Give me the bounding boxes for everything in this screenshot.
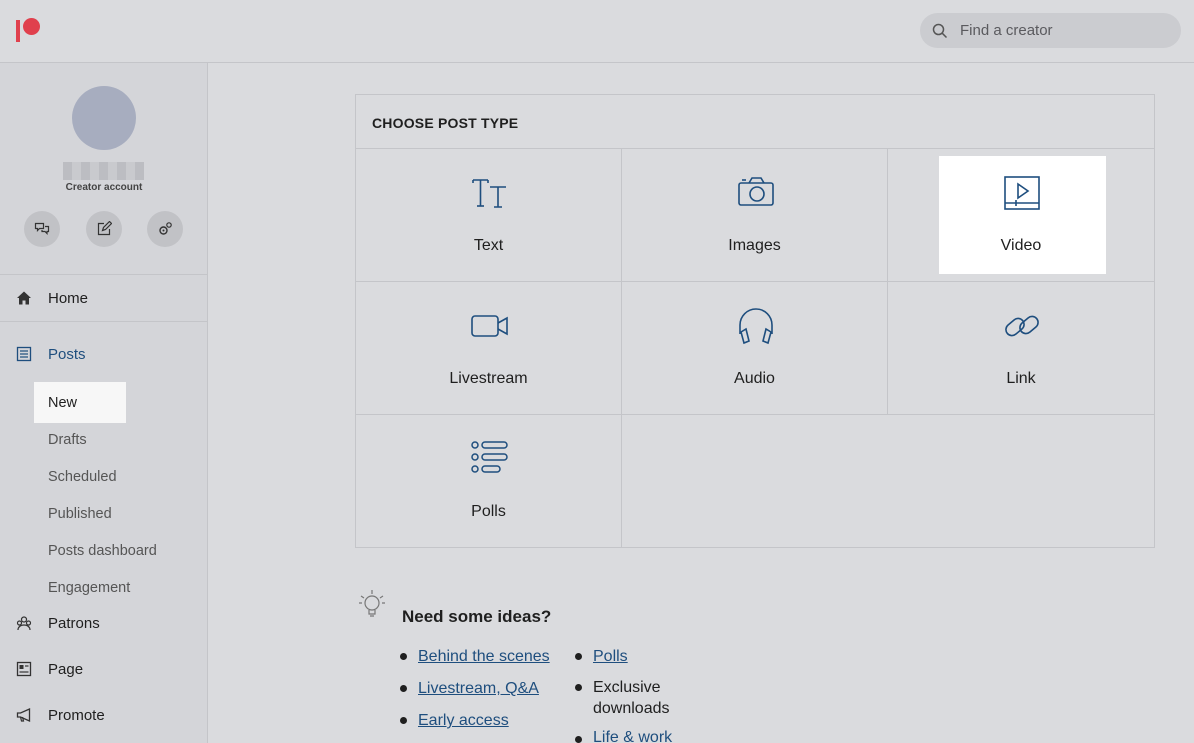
camera-icon — [738, 177, 774, 206]
idea-item[interactable]: Behind the scenes — [418, 646, 550, 667]
link-icon — [1005, 315, 1039, 337]
polls-icon — [471, 441, 508, 473]
bullet — [400, 717, 407, 724]
post-type-label: Text — [473, 237, 504, 254]
post-type-video[interactable]: Video — [888, 149, 1154, 282]
home-icon — [17, 291, 31, 305]
avatar[interactable] — [72, 86, 136, 150]
idea-item[interactable]: Livestream, Q&A — [418, 678, 539, 699]
bullet — [400, 685, 407, 692]
sidebar-item-label: Posts — [48, 345, 86, 363]
post-type-label: Video — [1000, 237, 1042, 254]
sidebar-subitem-published[interactable]: Published — [34, 493, 204, 534]
account-type-label: Creator account — [65, 182, 143, 193]
sidebar-item-label: Home — [48, 289, 89, 307]
sidebar-item-label: Page — [48, 660, 84, 678]
sidebar-subitem-posts-dashboard[interactable]: Posts dashboard — [34, 530, 204, 571]
post-type-images[interactable]: Images — [622, 149, 888, 282]
megaphone-icon — [16, 707, 31, 723]
panel-title: CHOOSE POST TYPE — [372, 115, 519, 131]
ideas-title: Need some ideas? — [402, 607, 552, 626]
post-type-livestream[interactable]: Livestream — [356, 282, 622, 415]
post-type-text[interactable]: Text — [356, 149, 622, 282]
idea-item[interactable]: Polls — [593, 646, 628, 667]
video-icon — [1004, 176, 1040, 210]
idea-link-livestream-qa[interactable]: Livestream, Q&A — [418, 680, 539, 697]
idea-link-life-work[interactable]: Life & work — [593, 729, 672, 743]
document-icon — [16, 346, 32, 362]
headphones-icon — [739, 308, 773, 345]
chat-bubbles-icon — [34, 222, 50, 235]
sidebar-item-label: Promote — [48, 706, 105, 724]
create-post-button[interactable] — [86, 211, 122, 247]
sidebar-item-promote[interactable]: Promote — [0, 692, 208, 738]
idea-item[interactable]: Early access — [418, 710, 509, 731]
profile-section: Creator account — [0, 63, 207, 275]
gear-icon — [159, 222, 172, 235]
text-type-icon — [472, 179, 506, 208]
redacted-creator-name — [63, 162, 144, 180]
post-type-label: Images — [728, 237, 781, 254]
idea-link-early-access[interactable]: Early access — [418, 712, 509, 729]
sidebar: Creator account Home Posts New Drafts Sc… — [0, 63, 208, 743]
post-type-link[interactable]: Link — [888, 282, 1154, 415]
sidebar-subitem-drafts[interactable]: Drafts — [34, 419, 204, 460]
choose-post-type-panel: CHOOSE POST TYPE Text Images Video Lives… — [355, 94, 1155, 548]
patrons-icon — [16, 616, 32, 631]
search-box[interactable] — [920, 13, 1181, 48]
sidebar-item-patrons[interactable]: Patrons — [0, 600, 208, 646]
post-type-audio[interactable]: Audio — [622, 282, 888, 415]
livestream-camera-icon — [471, 315, 508, 337]
idea-item[interactable]: Life & work — [593, 727, 672, 743]
idea-link-behind-the-scenes[interactable]: Behind the scenes — [418, 648, 550, 665]
post-type-label: Livestream — [449, 370, 528, 387]
idea-item-exclusive-downloads: Exclusive downloads — [593, 679, 670, 717]
settings-button[interactable] — [147, 211, 183, 247]
sidebar-item-home[interactable]: Home — [0, 275, 207, 322]
bullet — [575, 736, 582, 743]
lightbulb-icon — [359, 590, 385, 617]
search-input[interactable] — [960, 22, 1160, 39]
bullet — [575, 684, 582, 691]
post-type-label: Audio — [734, 370, 775, 387]
post-type-label: Polls — [471, 503, 506, 520]
patreon-logo-icon[interactable] — [16, 18, 42, 43]
sidebar-subitem-new[interactable]: New — [34, 382, 126, 423]
edit-icon — [97, 221, 112, 236]
sidebar-subitem-scheduled[interactable]: Scheduled — [34, 456, 204, 497]
top-bar — [0, 0, 1194, 63]
idea-link-polls[interactable]: Polls — [593, 648, 628, 665]
sidebar-item-page[interactable]: Page — [0, 646, 208, 692]
sidebar-item-posts[interactable]: Posts — [0, 331, 208, 377]
post-type-label: Link — [1006, 370, 1036, 387]
messages-button[interactable] — [24, 211, 60, 247]
bullet — [400, 653, 407, 660]
bullet — [575, 653, 582, 660]
sidebar-item-label: Patrons — [48, 614, 100, 632]
page-icon — [16, 661, 32, 677]
post-type-polls[interactable]: Polls — [356, 415, 622, 548]
search-icon — [932, 23, 948, 38]
